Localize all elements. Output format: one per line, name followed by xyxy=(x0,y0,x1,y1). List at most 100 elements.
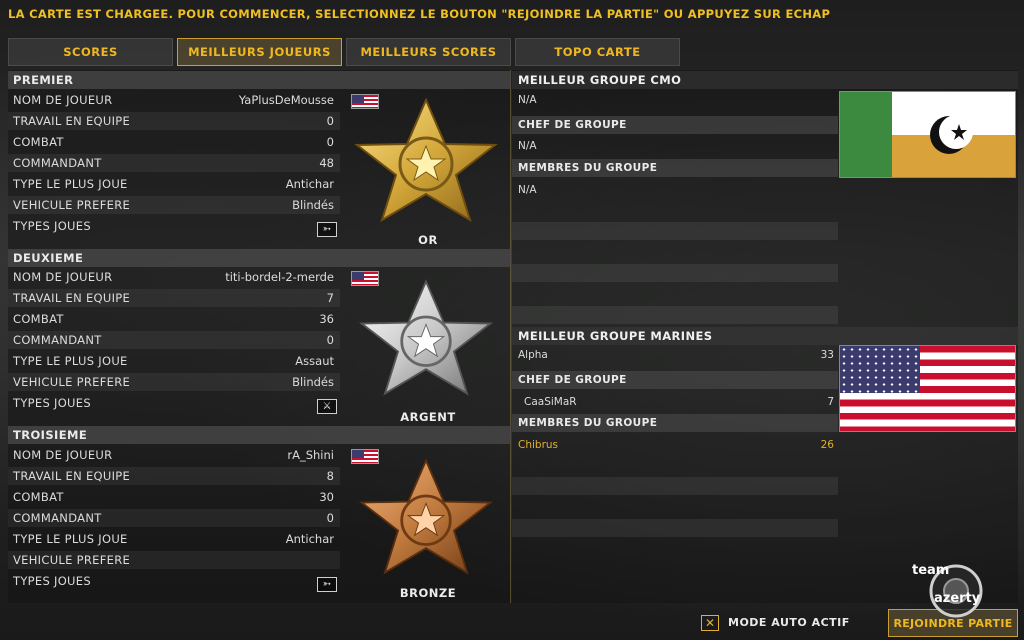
stat-value: 30 xyxy=(319,490,334,504)
empty-row xyxy=(512,222,838,240)
stat-value: 7 xyxy=(326,291,334,305)
stat-value: 8 xyxy=(326,469,334,483)
group-name: N/A xyxy=(518,94,537,106)
stat-row: COMBAT 36 xyxy=(8,310,340,328)
stat-label: COMMANDANT xyxy=(13,511,102,525)
empty-row xyxy=(512,519,838,537)
load-notice: LA CARTE EST CHARGEE. POUR COMMENCER, SE… xyxy=(8,7,831,21)
tab-scores[interactable]: SCORES xyxy=(8,38,173,66)
stat-value: 48 xyxy=(319,156,334,170)
cmo-group-row: N/A xyxy=(512,91,838,109)
cmo-flag-icon xyxy=(839,91,1016,178)
stat-row: TRAVAIL EN EQUIPE 8 xyxy=(8,467,340,485)
stat-label: NOM DE JOUEUR xyxy=(13,93,113,107)
stat-label: TYPES JOUES xyxy=(13,219,91,233)
rank-header-second: DEUXIEME xyxy=(8,249,511,267)
stat-label: COMMANDANT xyxy=(13,333,102,347)
stat-row: TRAVAIL EN EQUIPE 7 xyxy=(8,289,340,307)
stat-label: COMBAT xyxy=(13,490,64,504)
stat-label: VEHICULE PREFERE xyxy=(13,553,131,567)
member-name: N/A xyxy=(518,184,537,196)
stat-row: TYPES JOUES xyxy=(8,217,340,235)
stat-row: COMMANDANT 0 xyxy=(8,509,340,527)
empty-row xyxy=(512,264,838,282)
marines-group-title: MEILLEUR GROUPE MARINES xyxy=(512,327,1018,345)
stat-label: TYPES JOUES xyxy=(13,574,91,588)
stat-row: COMMANDANT 48 xyxy=(8,154,340,172)
cmo-member-row: N/A xyxy=(512,181,838,199)
leader-score: 7 xyxy=(827,396,834,408)
gold-star-medal-icon xyxy=(354,98,498,223)
member-score: 26 xyxy=(820,439,834,451)
player-name: YaPlusDeMousse xyxy=(238,93,334,107)
stat-label: TYPE LE PLUS JOUE xyxy=(13,532,128,546)
stat-row: NOM DE JOUEUR YaPlusDeMousse xyxy=(8,91,340,109)
bronze-star-medal-icon xyxy=(358,458,494,575)
stat-value: 0 xyxy=(326,114,334,128)
stat-row: TYPES JOUES xyxy=(8,394,340,412)
antitank-kit-icon: ➳ xyxy=(317,222,337,237)
silver-star-medal-icon xyxy=(358,279,494,396)
stat-label: COMBAT xyxy=(13,135,64,149)
empty-row xyxy=(512,306,838,324)
group-name: Alpha xyxy=(518,349,548,361)
stat-label: TRAVAIL EN EQUIPE xyxy=(13,469,131,483)
cmo-leader-row: N/A xyxy=(512,137,838,155)
stat-value: 0 xyxy=(326,511,334,525)
stat-row: TYPE LE PLUS JOUE Assaut xyxy=(8,352,340,370)
stat-label: VEHICULE PREFERE xyxy=(13,375,131,389)
stat-label: COMMANDANT xyxy=(13,156,102,170)
player-name: rA_Shini xyxy=(287,448,334,462)
auto-mode-label: MODE AUTO ACTIF xyxy=(728,616,850,629)
stat-label: VEHICULE PREFERE xyxy=(13,198,131,212)
medal-label-bronze: BRONZE xyxy=(399,586,457,600)
stat-row: NOM DE JOUEUR rA_Shini xyxy=(8,446,340,464)
stat-row: VEHICULE PREFERE Blindés xyxy=(8,373,340,391)
stat-row: TRAVAIL EN EQUIPE 0 xyxy=(8,112,340,130)
antitank-kit-icon: ➳ xyxy=(317,577,337,592)
stat-row: TYPE LE PLUS JOUE Antichar xyxy=(8,175,340,193)
stat-label: TRAVAIL EN EQUIPE xyxy=(13,114,131,128)
rank-header-first: PREMIER xyxy=(8,71,511,89)
stat-row: TYPES JOUES xyxy=(8,572,340,590)
bottom-bar: ✕ MODE AUTO ACTIF REJOINDRE PARTIE xyxy=(0,606,1024,640)
auto-mode-checkbox[interactable]: ✕ xyxy=(701,615,719,631)
stat-value: Antichar xyxy=(285,532,334,546)
stat-row: NOM DE JOUEUR titi-bordel-2-merde xyxy=(8,268,340,286)
stat-label: NOM DE JOUEUR xyxy=(13,448,113,462)
marines-members-header: MEMBRES DU GROUPE xyxy=(512,414,838,432)
group-score: 33 xyxy=(820,349,834,361)
medal-label-silver: ARGENT xyxy=(400,410,456,424)
stat-row: COMMANDANT 0 xyxy=(8,331,340,349)
marines-leader-row: CaaSiMaR 7 xyxy=(512,393,838,411)
stat-label: TYPE LE PLUS JOUE xyxy=(13,354,128,368)
cmo-members-header: MEMBRES DU GROUPE xyxy=(512,159,838,177)
member-name: Chibrus xyxy=(518,439,559,451)
tab-map-topo[interactable]: TOPO CARTE xyxy=(515,38,680,66)
cmo-group-title: MEILLEUR GROUPE CMO xyxy=(512,71,1018,89)
stat-label: COMBAT xyxy=(13,312,64,326)
player-name: titi-bordel-2-merde xyxy=(225,270,334,284)
rank-header-third: TROISIEME xyxy=(8,426,511,444)
stat-value: Blindés xyxy=(292,375,334,389)
assault-kit-icon: ⚔ xyxy=(317,399,337,414)
logo-text-bottom: azerty xyxy=(934,591,981,606)
team-azerty-logo: team azerty xyxy=(912,555,997,625)
stat-value: 36 xyxy=(319,312,334,326)
medal-label-gold: OR xyxy=(418,233,438,247)
stat-value: 0 xyxy=(326,333,334,347)
best-groups-panel: MEILLEUR GROUPE CMO N/A CHEF DE GROUPE N… xyxy=(512,70,1018,603)
empty-row xyxy=(512,477,838,495)
stat-row: VEHICULE PREFERE Blindés xyxy=(8,196,340,214)
stat-row: TYPE LE PLUS JOUE Antichar xyxy=(8,530,340,548)
stat-value: Blindés xyxy=(292,198,334,212)
stat-value: Assaut xyxy=(295,354,334,368)
stat-row: COMBAT 30 xyxy=(8,488,340,506)
leader-name: N/A xyxy=(518,140,537,152)
stat-label: TYPES JOUES xyxy=(13,396,91,410)
tab-best-players[interactable]: MEILLEURS JOUEURS xyxy=(177,38,342,66)
stat-label: TRAVAIL EN EQUIPE xyxy=(13,291,131,305)
tab-best-scores[interactable]: MEILLEURS SCORES xyxy=(346,38,511,66)
stat-value: Antichar xyxy=(285,177,334,191)
marines-member-row: Chibrus 26 xyxy=(512,436,838,454)
